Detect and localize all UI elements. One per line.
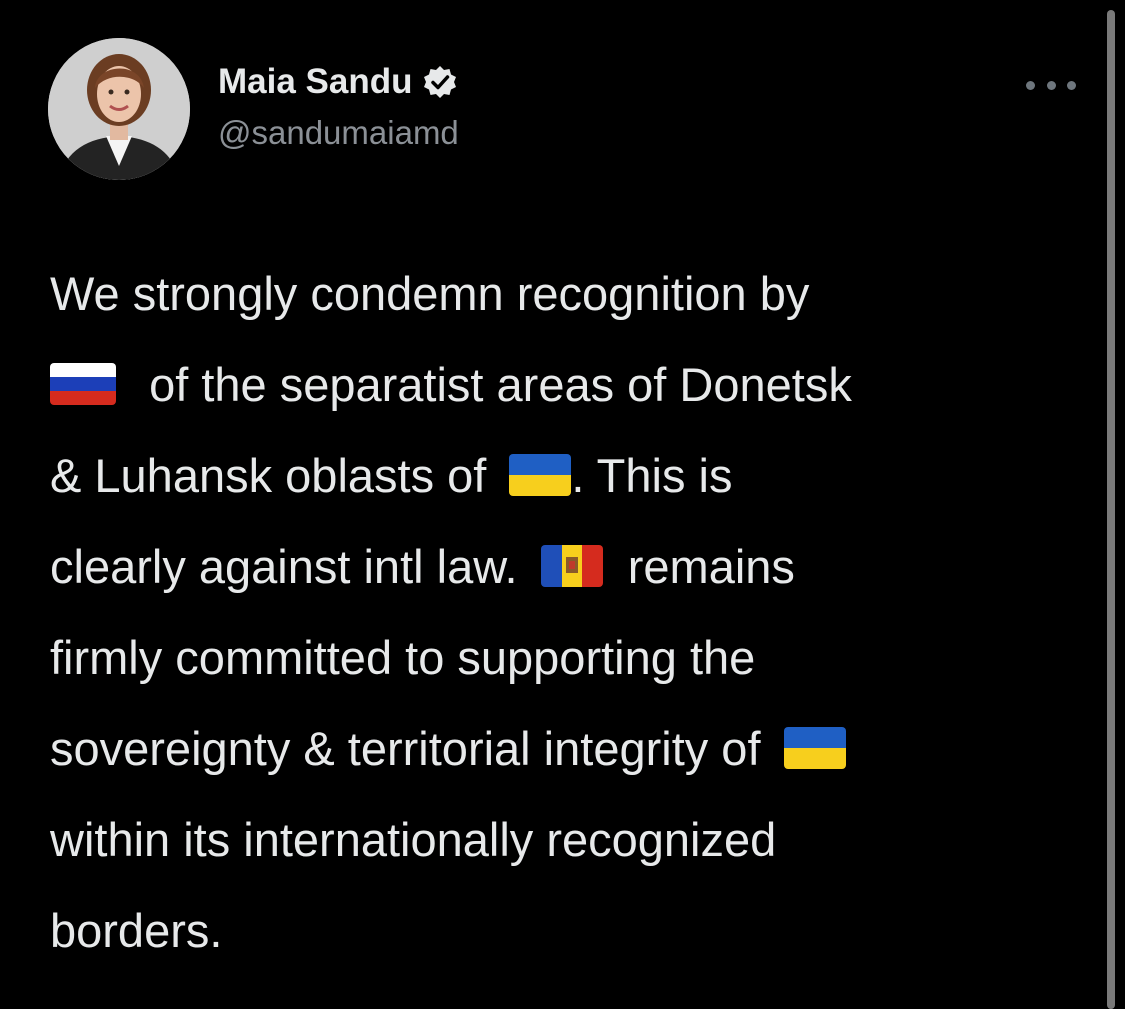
author-name-text[interactable]: Maia Sandu — [218, 62, 412, 102]
scrollbar[interactable] — [1107, 10, 1115, 1009]
tweet-text-segment: within its internationally recognized — [50, 813, 777, 866]
tweet-line: We strongly condemn recognition by — [50, 248, 1090, 339]
tweet-line: borders. — [50, 885, 1090, 976]
author-handle[interactable]: @sandumaiamd — [218, 114, 459, 152]
tweet-text-segment: remains — [627, 540, 795, 593]
verified-badge-icon — [422, 64, 458, 100]
tweet-line: clearly against intl law. remains — [50, 521, 1090, 612]
tweet-text-segment: sovereignty & territorial integrity of — [50, 722, 761, 775]
tweet: Maia Sandu @sandumaiamd We strongly cond… — [0, 0, 1105, 1009]
moldova-flag-icon — [540, 545, 603, 587]
tweet-text-segment: We strongly condemn recognition by — [50, 267, 810, 320]
tweet-line: of the separatist areas of Donetsk — [50, 339, 1090, 430]
more-dot — [1067, 80, 1076, 90]
author-avatar[interactable] — [48, 38, 190, 180]
more-dot — [1046, 80, 1056, 90]
tweet-line: within its internationally recognized — [50, 794, 1090, 885]
more-options-icon[interactable] — [1026, 70, 1076, 100]
author-display-name[interactable]: Maia Sandu — [218, 62, 458, 102]
russia-flag-icon — [50, 363, 116, 405]
tweet-text: We strongly condemn recognition by of th… — [50, 248, 1090, 976]
tweet-text-segment: of the separatist areas of Donetsk — [149, 358, 852, 411]
more-dot — [1026, 80, 1035, 90]
tweet-line: & Luhansk oblasts of . This is — [50, 430, 1090, 521]
ukraine-flag-icon — [509, 454, 572, 496]
tweet-line: sovereignty & territorial integrity of — [50, 703, 1090, 794]
tweet-text-segment: firmly committed to supporting the — [50, 631, 756, 684]
tweet-text-segment: borders. — [50, 904, 223, 957]
tweet-text-segment: clearly against intl law. — [50, 540, 518, 593]
tweet-text-segment: . This is — [571, 449, 733, 502]
tweet-line: firmly committed to supporting the — [50, 612, 1090, 703]
tweet-text-segment: & Luhansk oblasts of — [50, 449, 487, 502]
ukraine-flag-icon — [783, 727, 846, 769]
